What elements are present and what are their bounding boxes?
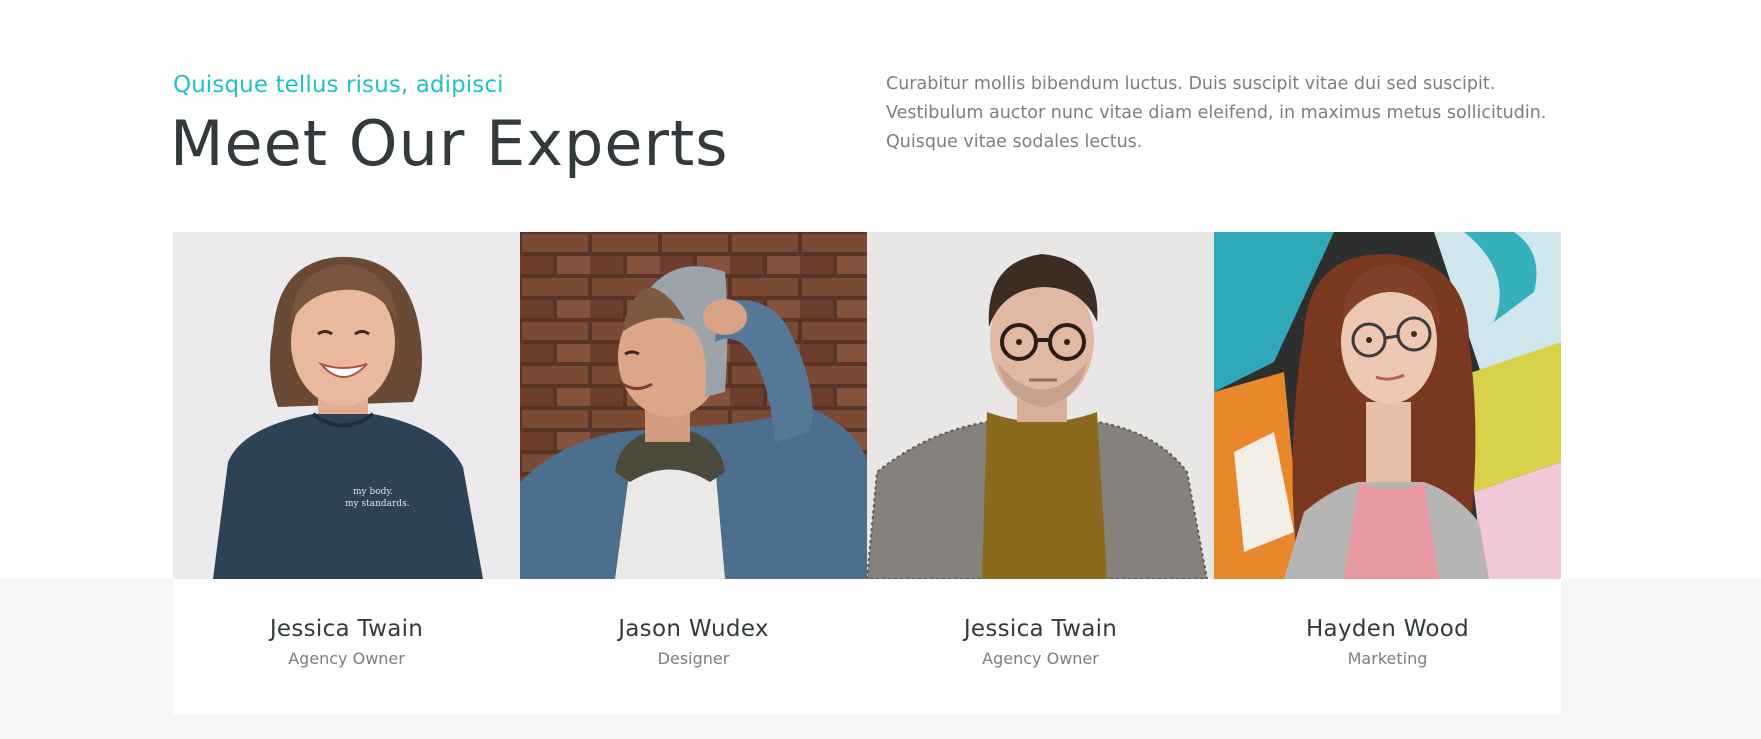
member-role: Agency Owner — [982, 649, 1099, 668]
team-card[interactable]: Hayden Wood Marketing — [1214, 232, 1561, 714]
man-beanie-photo — [520, 232, 867, 579]
shirt-text: my body. — [353, 487, 393, 497]
member-role: Designer — [657, 649, 730, 668]
woman-glasses-photo — [1214, 232, 1561, 579]
member-name: Jason Wudex — [618, 616, 769, 642]
man-glasses-photo — [867, 232, 1214, 579]
team-photo[interactable] — [520, 232, 867, 579]
member-role: Agency Owner — [288, 649, 405, 668]
intro-paragraph: Curabitur mollis bibendum luctus. Duis s… — [886, 74, 1547, 152]
experts-header: Quisque tellus risus, adipisci Meet Our … — [170, 70, 1561, 190]
team-card[interactable]: my body. my standards. Jessica Twain Age… — [173, 232, 520, 714]
member-name: Hayden Wood — [1305, 616, 1470, 642]
woman-smiling-photo: my body. my standards. — [173, 232, 520, 579]
page-title: Meet Our Experts — [170, 107, 729, 180]
team-photo[interactable] — [1214, 232, 1561, 579]
team-card[interactable]: Jessica Twain Agency Owner — [867, 232, 1214, 714]
section-kicker: Quisque tellus risus, adipisci — [173, 72, 504, 98]
team-photo[interactable] — [867, 232, 1214, 579]
team-grid: my body. my standards. Jessica Twain Age… — [173, 232, 1561, 714]
member-name: Jessica Twain — [963, 616, 1118, 642]
team-photo[interactable]: my body. my standards. — [173, 232, 520, 579]
svg-text:my standards.: my standards. — [345, 499, 410, 509]
member-role: Marketing — [1347, 649, 1428, 668]
member-name: Jessica Twain — [269, 616, 424, 642]
team-card[interactable]: Jason Wudex Designer — [520, 232, 867, 714]
